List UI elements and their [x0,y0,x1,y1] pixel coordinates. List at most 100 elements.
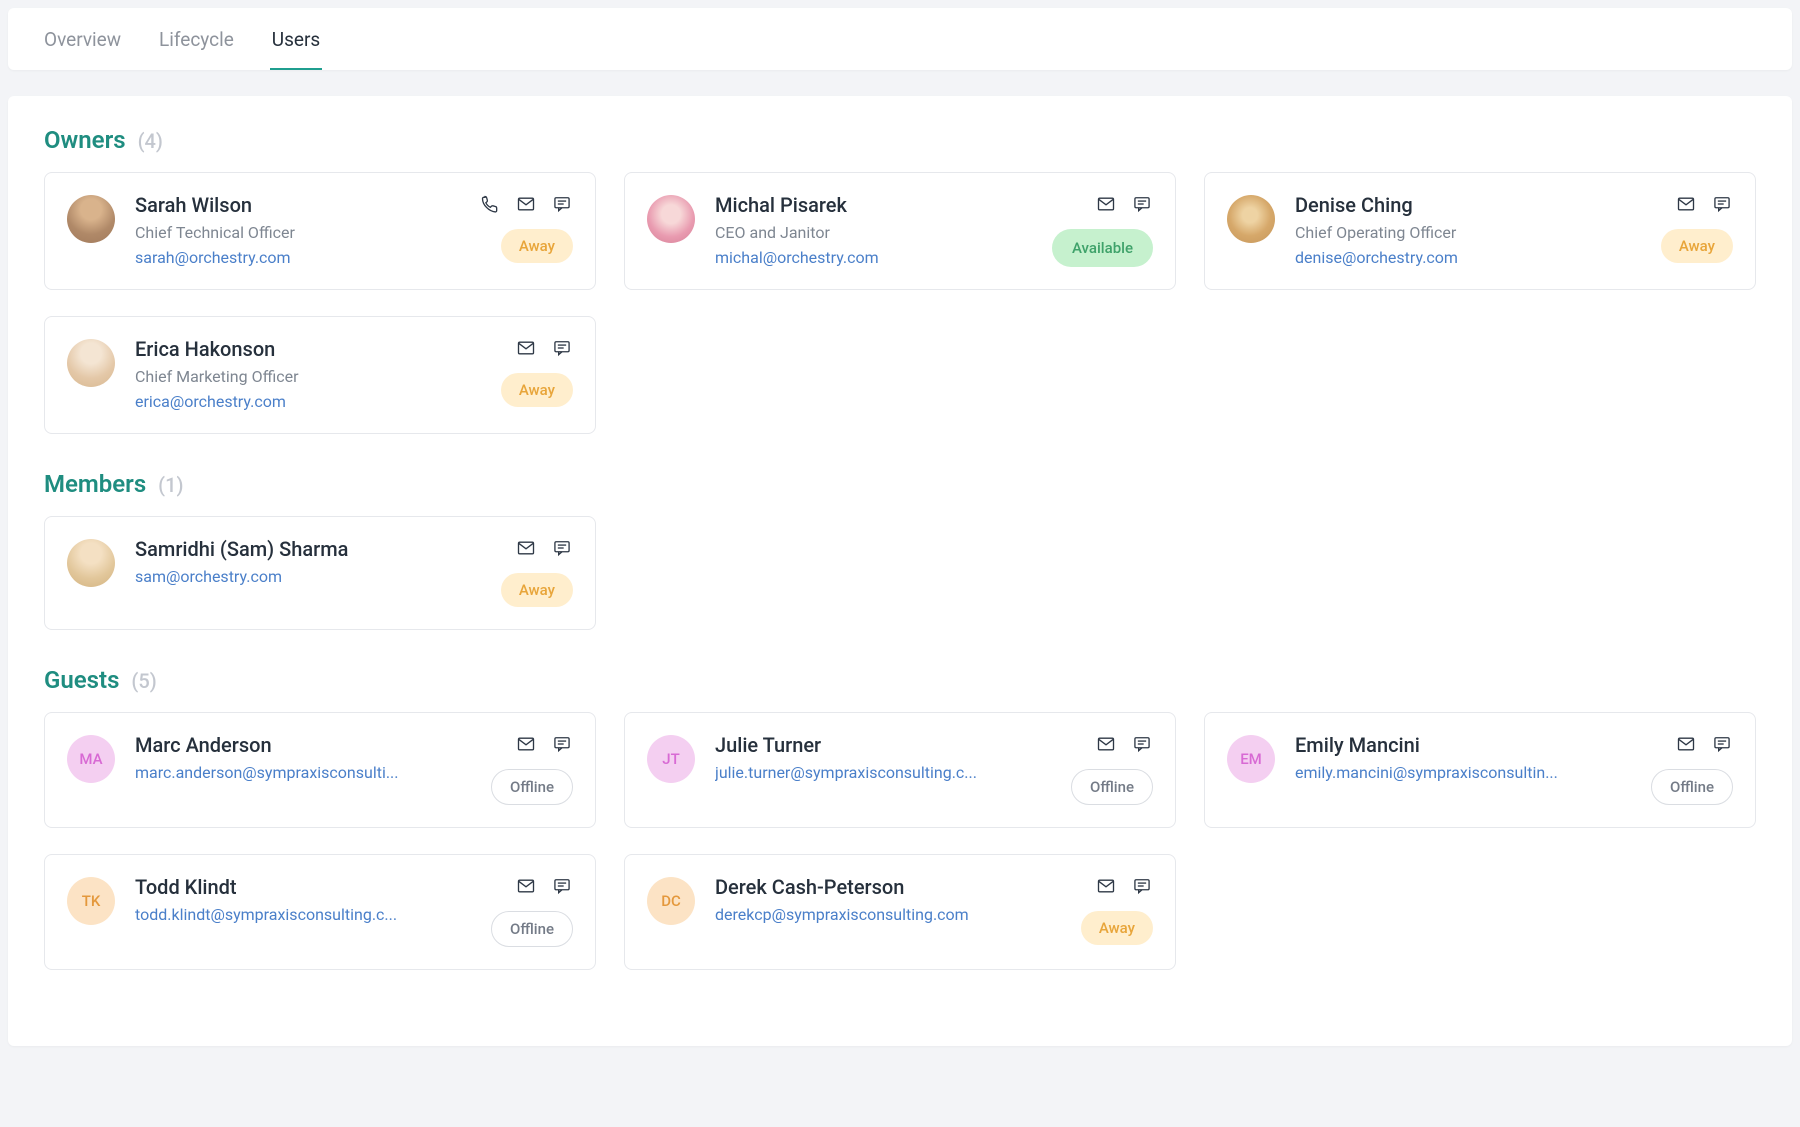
card-right-col: Away [1081,875,1153,945]
section-title-owners-label: Owners [44,126,126,154]
user-card: TK Todd Klindt todd.klindt@sympraxisconsul… [44,854,596,970]
mail-icon[interactable] [1675,733,1697,755]
user-email[interactable]: emily.mancini@sympraxisconsultin... [1295,763,1639,782]
tab-lifecycle[interactable]: Lifecycle [157,8,236,70]
user-card: EM Emily Mancini emily.mancini@sympraxisco… [1204,712,1756,828]
user-email[interactable]: denise@orchestry.com [1295,248,1649,267]
user-name: Denise Ching [1295,193,1649,217]
status-badge: Offline [491,769,573,805]
status-badge: Away [501,573,573,607]
icon-row [515,875,573,897]
user-role: Chief Technical Officer [135,223,467,242]
user-name: Erica Hakonson [135,337,489,361]
section-owners-count: (4) [138,129,163,153]
mail-icon[interactable] [1095,733,1117,755]
user-card: Michal PisarekCEO and Janitormichal@orch… [624,172,1176,290]
icon-row [479,193,573,215]
card-right-col: Away [479,193,573,263]
user-email[interactable]: julie.turner@sympraxisconsulting.c... [715,763,1059,782]
tab-overview[interactable]: Overview [42,8,123,70]
user-name: Sarah Wilson [135,193,467,217]
user-name: Emily Mancini [1295,733,1639,757]
tab-users[interactable]: Users [270,8,322,70]
chat-icon[interactable] [551,337,573,359]
avatar: JT [647,735,695,783]
user-email[interactable]: michal@orchestry.com [715,248,1040,267]
section-title-members: Members (1) [44,470,1756,498]
user-email[interactable]: todd.klindt@sympraxisconsulting.c... [135,905,479,924]
chat-icon[interactable] [551,875,573,897]
mail-icon[interactable] [1095,193,1117,215]
card-right-col: Away [1661,193,1733,263]
user-name: Todd Klindt [135,875,479,899]
icon-row [515,733,573,755]
card-right-col: Offline [1071,733,1153,805]
tabs-panel: Overview Lifecycle Users [8,8,1792,70]
icon-row [1675,193,1733,215]
user-info: Samridhi (Sam) Sharmasam@orchestry.com [135,537,489,586]
section-title-guests-label: Guests [44,666,119,694]
user-email[interactable]: derekcp@sympraxisconsulting.com [715,905,1069,924]
user-card: Sarah Wilson Chief Technical Officer sarah… [44,172,596,290]
chat-icon[interactable] [551,193,573,215]
avatar: EM [1227,735,1275,783]
user-card: Denise Ching Chief Operating Officer denis… [1204,172,1756,290]
user-name: Michal Pisarek [715,193,1040,217]
section-title-members-label: Members [44,470,146,498]
avatar: MA [67,735,115,783]
mail-icon[interactable] [515,193,537,215]
mail-icon[interactable] [1675,193,1697,215]
user-email[interactable]: sarah@orchestry.com [135,248,467,267]
icon-row [515,537,573,559]
content-panel: Owners (4) Sarah Wilson Chief Technical O… [8,96,1792,1046]
avatar: DC [647,877,695,925]
user-email[interactable]: erica@orchestry.com [135,392,489,411]
card-right-col: Available [1052,193,1153,267]
user-info: Marc Andersonmarc.anderson@sympraxiscons… [135,733,479,782]
mail-icon[interactable] [515,337,537,359]
card-right-col: Offline [491,875,573,947]
mail-icon[interactable] [515,733,537,755]
user-name: Julie Turner [715,733,1059,757]
mail-icon[interactable] [515,537,537,559]
user-card: MA Marc Andersonmarc.anderson@sympraxisco… [44,712,596,828]
user-card: Erica HakonsonChief Marketing Officereri… [44,316,596,434]
avatar [1227,195,1275,243]
status-badge: Available [1052,229,1153,267]
card-right-col: Away [501,337,573,407]
section-members-count: (1) [158,473,183,497]
status-badge: Away [1661,229,1733,263]
avatar [647,195,695,243]
members-grid: Samridhi (Sam) Sharmasam@orchestry.com Aw… [44,516,1756,630]
chat-icon[interactable] [1711,193,1733,215]
icon-row [1095,733,1153,755]
chat-icon[interactable] [1131,193,1153,215]
user-card: DC Derek Cash-Peterson derekcp@sympraxisco… [624,854,1176,970]
user-name: Derek Cash-Peterson [715,875,1069,899]
status-badge: Away [1081,911,1153,945]
owners-grid: Sarah Wilson Chief Technical Officer sarah… [44,172,1756,434]
mail-icon[interactable] [515,875,537,897]
avatar [67,195,115,243]
user-role: Chief Operating Officer [1295,223,1649,242]
user-email[interactable]: sam@orchestry.com [135,567,489,586]
avatar: TK [67,877,115,925]
chat-icon[interactable] [551,733,573,755]
user-info: Denise Ching Chief Operating Officer denis… [1295,193,1649,267]
chat-icon[interactable] [551,537,573,559]
section-title-guests: Guests (5) [44,666,1756,694]
guests-grid: MA Marc Andersonmarc.anderson@sympraxisco… [44,712,1756,970]
status-badge: Away [501,373,573,407]
section-guests-count: (5) [131,669,156,693]
card-right-col: Away [501,537,573,607]
mail-icon[interactable] [1095,875,1117,897]
phone-icon[interactable] [479,193,501,215]
user-card: JT Julie Turner julie.turner@sympraxiscons… [624,712,1176,828]
chat-icon[interactable] [1131,733,1153,755]
user-email[interactable]: marc.anderson@sympraxisconsulti... [135,763,479,782]
user-info: Derek Cash-Peterson derekcp@sympraxiscons… [715,875,1069,924]
chat-icon[interactable] [1131,875,1153,897]
chat-icon[interactable] [1711,733,1733,755]
icon-row [1675,733,1733,755]
card-right-col: Offline [1651,733,1733,805]
